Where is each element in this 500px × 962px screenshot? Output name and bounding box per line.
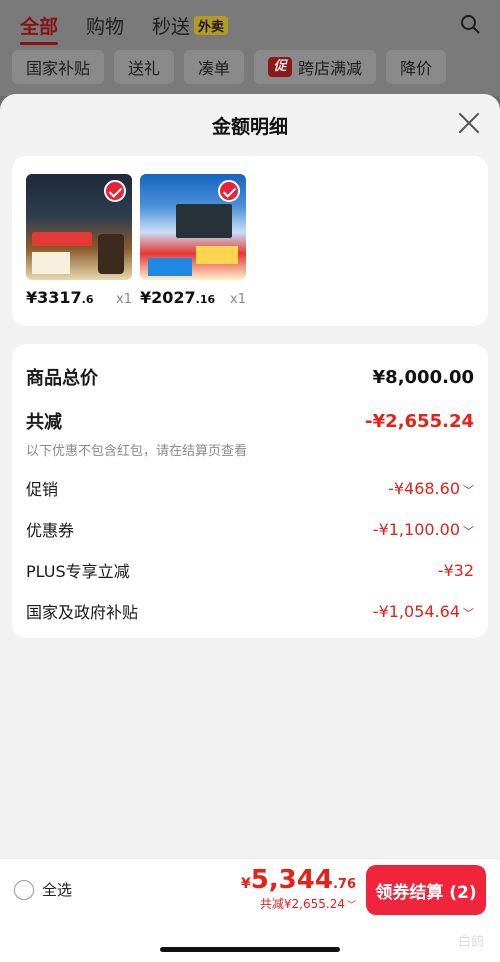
price-summary-card: 商品总价 ¥8,000.00 共减 -¥2,655.24 以下优惠不包含红包，请… — [12, 344, 488, 638]
subsidy-label: 国家及政府补贴 — [26, 603, 139, 622]
plus-row: PLUS专享立减 -¥32 — [26, 558, 474, 582]
chip-cross-store-discount[interactable]: 促 跨店满减 — [254, 50, 377, 84]
product-image — [140, 174, 246, 280]
amount-detail-sheet: 金额明细 ¥3317.6 x1 ¥2027.16 x1 商品总价 ¥8,000.… — [0, 94, 500, 962]
discount-note: 以下优惠不包含红包，请在结算页查看 — [26, 444, 248, 459]
total-price-label: 商品总价 — [26, 368, 98, 389]
chip-price-drop[interactable]: 降价 — [386, 50, 447, 84]
select-all-label: 全选 — [42, 881, 73, 899]
discount-row: 共减 -¥2,655.24 — [26, 408, 474, 434]
product-list-card: ¥3317.6 x1 ¥2027.16 x1 — [12, 156, 488, 326]
subsidy-value: -¥1,054.64 ﹀ — [372, 601, 474, 621]
coupon-label: 优惠券 — [26, 521, 75, 540]
select-all-radio[interactable] — [14, 879, 34, 900]
chip-cross-store-label: 跨店满减 — [298, 59, 363, 78]
checkout-button[interactable]: 领券结算 (2) — [366, 865, 486, 915]
filter-chips: 国家补贴 送礼 凑单 促 跨店满减 降价 — [12, 50, 447, 84]
selected-check-icon — [104, 180, 126, 202]
chip-bundle[interactable]: 凑单 — [184, 50, 245, 84]
total-price-row: 商品总价 ¥8,000.00 — [26, 364, 474, 390]
chevron-down-icon: ﹀ — [463, 606, 474, 620]
top-tabs: 全部 购物 秒送 外卖 — [20, 10, 229, 45]
promo-badge: 促 — [268, 57, 293, 77]
promo-row[interactable]: 促销 -¥468.60 ﹀ — [26, 476, 474, 500]
product-image — [26, 174, 132, 280]
product-item[interactable]: ¥3317.6 x1 — [26, 174, 132, 307]
payable-amount: ¥5,344.76 — [240, 865, 356, 895]
product-quantity: x1 — [230, 292, 246, 307]
coupon-row[interactable]: 优惠券 -¥1,100.00 ﹀ — [26, 517, 474, 541]
total-price-value: ¥8,000.00 — [372, 366, 474, 388]
total-amount: ¥5,344.76 共减¥2,655.24 ﹀ — [241, 865, 356, 912]
promo-label: 促销 — [26, 480, 59, 499]
takeout-badge: 外卖 — [194, 15, 229, 35]
product-quantity: x1 — [116, 292, 132, 307]
select-all[interactable]: 全选 — [14, 879, 72, 900]
plus-label: PLUS专享立减 — [26, 562, 130, 581]
close-icon[interactable] — [458, 112, 480, 134]
chevron-down-icon: ﹀ — [463, 524, 474, 538]
tab-shopping[interactable]: 购物 — [86, 12, 124, 39]
page-header: 全部 购物 秒送 外卖 国家补贴 送礼 凑单 促 跨店满减 降价 — [0, 0, 500, 96]
chevron-down-icon: ﹀ — [463, 483, 474, 497]
tab-instant[interactable]: 秒送 外卖 — [152, 12, 229, 39]
coupon-value: -¥1,100.00 ﹀ — [372, 519, 474, 539]
home-indicator — [160, 947, 340, 952]
checkout-bar: 全选 ¥5,344.76 共减¥2,655.24 ﹀ 领券结算 (2) 白鸽 — [0, 858, 500, 962]
sheet-title: 金额明细 — [211, 116, 288, 138]
chevron-down-icon: ﹀ — [346, 901, 356, 911]
product-item[interactable]: ¥2027.16 x1 — [140, 174, 246, 307]
selected-check-icon — [218, 180, 240, 202]
search-icon[interactable] — [460, 14, 480, 34]
chip-national-subsidy[interactable]: 国家补贴 — [12, 50, 105, 84]
tab-instant-label: 秒送 — [152, 15, 191, 38]
total-discount[interactable]: 共减¥2,655.24 ﹀ — [241, 895, 356, 912]
promo-value: -¥468.60 ﹀ — [388, 478, 474, 498]
plus-value: -¥32 — [437, 560, 474, 580]
chip-gift[interactable]: 送礼 — [114, 50, 175, 84]
watermark: 白鸽 — [457, 935, 484, 950]
product-price: ¥2027.16 — [140, 288, 216, 307]
subsidy-row[interactable]: 国家及政府补贴 -¥1,054.64 ﹀ — [26, 599, 474, 623]
product-price: ¥3317.6 — [26, 288, 94, 307]
discount-label: 共减 — [26, 412, 62, 433]
tab-all[interactable]: 全部 — [20, 12, 59, 45]
discount-value: -¥2,655.24 — [365, 410, 474, 432]
